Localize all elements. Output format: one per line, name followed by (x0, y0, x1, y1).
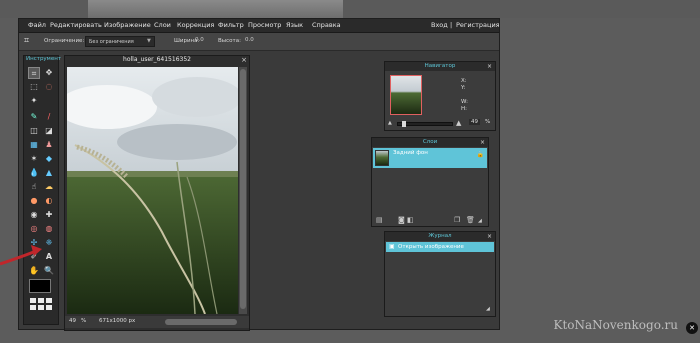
zoom-value[interactable]: 49 (69, 318, 76, 324)
dodge-tool-icon[interactable]: ● (28, 195, 40, 207)
history-item-name[interactable]: Открыть изображение (398, 244, 464, 250)
grid-icon[interactable] (30, 298, 52, 312)
site-watermark: KtoNaNovenkogo.ru (553, 318, 678, 332)
image-dimensions: 671x1000 px (99, 318, 136, 324)
navigator-panel: Навигатор × X: Y: W: H: ▲ ▲ 49 % (384, 61, 496, 131)
menu-bar: Файл Редактировать Изображение Слои Корр… (19, 19, 500, 33)
layer-row[interactable]: Задний фон 🔒 (373, 148, 487, 168)
navigator-w-label: W: (461, 99, 468, 105)
navigator-x-label: X: (461, 78, 467, 84)
menu-view[interactable]: Просмотр (248, 21, 281, 29)
vertical-scrollbar[interactable] (239, 67, 247, 314)
constraint-label: Ограничение: (44, 38, 85, 44)
spot-heal-tool-icon[interactable]: ✚ (43, 209, 55, 221)
layers-close-button[interactable]: × (480, 138, 485, 147)
chevron-down-icon: ▼ (147, 38, 151, 44)
marquee-tool-icon[interactable]: ⬚ (28, 81, 40, 93)
trash-icon[interactable]: 🗑 (466, 216, 475, 224)
navigator-y-label: Y: (461, 85, 466, 91)
bloat-tool-icon[interactable]: ◎ (28, 223, 40, 235)
canvas-image[interactable] (67, 67, 238, 314)
browser-image-thumbnail (88, 0, 343, 18)
menu-edit[interactable]: Редактировать (50, 21, 102, 29)
zoom-unit: % (81, 318, 87, 324)
menu-adjustments[interactable]: Коррекция (177, 21, 214, 29)
sharpen-tool-icon[interactable]: ▲ (43, 167, 55, 179)
stamp-tool-icon[interactable]: ♟ (43, 139, 55, 151)
color-replace-tool-icon[interactable]: ✶ (28, 153, 40, 165)
grass-photo (67, 67, 238, 314)
brush-tool-icon[interactable]: / (43, 111, 55, 123)
resize-grip-icon[interactable]: ◢ (486, 306, 490, 312)
layer-mask-icon[interactable]: ◙ (398, 216, 405, 224)
menu-language[interactable]: Язык (286, 21, 303, 29)
layer-name[interactable]: Задний фон (393, 150, 428, 156)
resize-grip-icon[interactable]: ◢ (478, 218, 482, 224)
drawing-tool-icon[interactable]: ◆ (43, 153, 55, 165)
horizontal-scrollbar[interactable] (165, 319, 237, 325)
pencil-tool-icon[interactable]: ✎ (28, 111, 40, 123)
options-bar: ⌗ Ограничение: Без ограничения ▼ Ширина:… (19, 33, 499, 51)
navigator-zoom-slider-handle[interactable] (402, 121, 406, 127)
width-value[interactable]: 0.0 (195, 37, 204, 43)
layers-title: Слои (372, 138, 488, 147)
layers-panel: Слои × Задний фон 🔒 ▤ ◙ ◧ ❐ 🗑 ◢ (371, 137, 489, 227)
menu-layers[interactable]: Слои (154, 21, 171, 29)
editor-window: Файл Редактировать Изображение Слои Корр… (18, 18, 500, 331)
zoom-out-mountain-icon[interactable]: ▲ (388, 120, 392, 126)
smudge-tool-icon[interactable]: ☝ (28, 181, 40, 193)
height-value[interactable]: 0.0 (245, 37, 254, 43)
navigator-h-label: H: (461, 106, 467, 112)
burn-tool-icon[interactable]: ◐ (43, 195, 55, 207)
crop-tool-icon[interactable]: ⌗ (28, 67, 40, 79)
navigator-zoom-slider[interactable] (397, 121, 453, 127)
close-icon[interactable]: ✕ (686, 322, 698, 334)
tools-panel-title: Инструмент (26, 56, 62, 62)
new-layer-icon[interactable]: ❐ (454, 216, 460, 224)
wand-tool-icon[interactable]: ✦ (28, 95, 40, 107)
login-link[interactable]: Вход (431, 21, 448, 29)
layer-style-icon[interactable]: ◧ (407, 216, 414, 224)
navigator-thumbnail[interactable] (390, 75, 422, 115)
menu-separator: | (450, 21, 453, 29)
bucket-tool-icon[interactable]: ◪ (43, 125, 55, 137)
menu-help[interactable]: Справка (312, 21, 341, 29)
tools-panel: Инструмент ⌗ ✥ ⬚ ◌ ✦ ✎ / ◫ ◪ ▦ ♟ ✶ ◆ 💧 ▲… (23, 55, 62, 325)
zoom-in-mountain-icon[interactable]: ▲ (456, 119, 461, 127)
menu-filter[interactable]: Фильтр (218, 21, 244, 29)
history-close-button[interactable]: × (487, 232, 492, 241)
sponge-tool-icon[interactable]: ☁ (43, 181, 55, 193)
navigator-zoom-unit: % (485, 119, 491, 125)
history-row[interactable]: ▣ Открыть изображение (386, 242, 494, 252)
foreground-color-swatch[interactable] (29, 279, 51, 293)
navigator-zoom-value[interactable]: 49 (469, 119, 480, 125)
menu-image[interactable]: Изображение (104, 21, 151, 29)
vertical-scroll-thumb[interactable] (240, 69, 246, 309)
height-label: Высота: (218, 38, 241, 44)
gradient-tool-icon[interactable]: ▦ (28, 139, 40, 151)
move-tool-icon[interactable]: ✥ (43, 67, 55, 79)
lock-icon: 🔒 (476, 151, 484, 158)
document-title: holla_user_641516352 (123, 56, 191, 63)
navigator-close-button[interactable]: × (487, 62, 492, 71)
navigator-title: Навигатор (385, 62, 495, 71)
drop-tool-icon[interactable]: 💧 (28, 167, 40, 179)
lasso-tool-icon[interactable]: ◌ (43, 81, 55, 93)
document-icon: ▣ (389, 243, 395, 250)
layer-thumbnail (375, 150, 389, 166)
pinch-tool-icon[interactable]: ◍ (43, 223, 55, 235)
red-eye-tool-icon[interactable]: ◉ (28, 209, 40, 221)
crop-icon: ⌗ (24, 36, 30, 46)
history-panel: Журнал × ▣ Открыть изображение ◢ (384, 231, 496, 317)
document-status-bar: 49 % 671x1000 px (65, 316, 249, 328)
document-window: holla_user_641516352 × 49 % 671x1000 px (64, 55, 250, 331)
layer-settings-icon[interactable]: ▤ (376, 216, 383, 224)
document-close-button[interactable]: × (241, 56, 247, 64)
register-link[interactable]: Регистрация (456, 21, 500, 29)
menu-file[interactable]: Файл (28, 21, 46, 29)
red-arrow-annotation (0, 245, 42, 266)
eraser-tool-icon[interactable]: ◫ (28, 125, 40, 137)
history-title: Журнал (385, 232, 495, 241)
constraint-select[interactable]: Без ограничения (85, 36, 155, 47)
